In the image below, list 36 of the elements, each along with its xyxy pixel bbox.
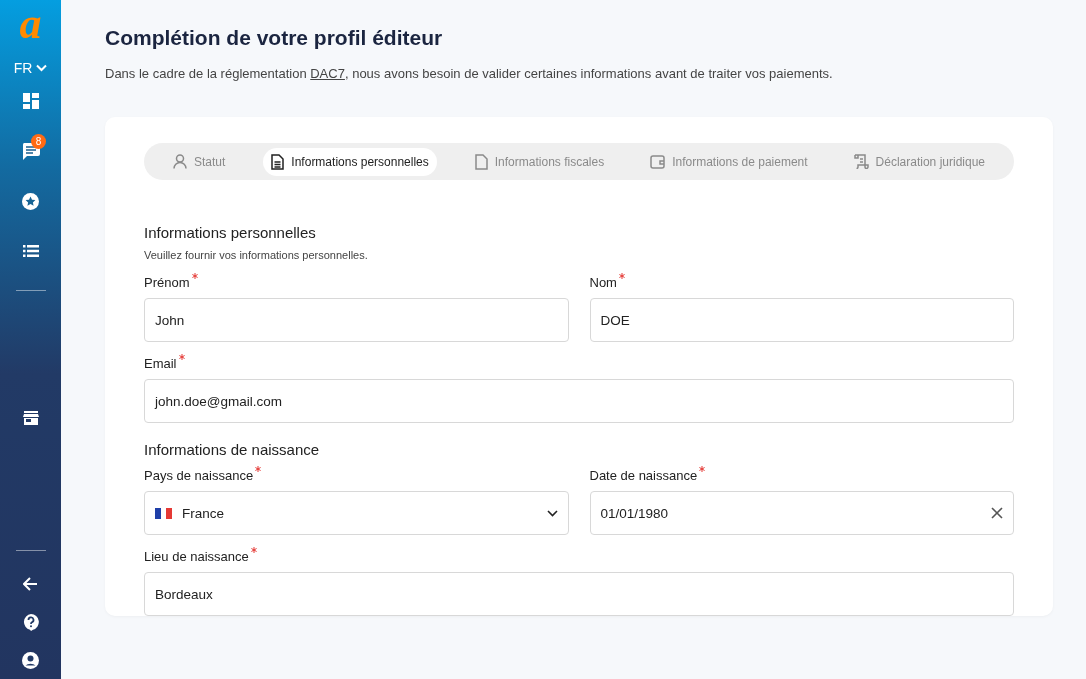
intro-text: Dans le cadre de la réglementation DAC7, nous avons besoin de valider certaines informations avant de traiter vos paiements. (105, 66, 834, 81)
arrow-left-icon[interactable] (23, 577, 38, 591)
date-field[interactable]: 01/01/1980 (589, 491, 1014, 535)
language-selector[interactable]: FR (13, 60, 48, 76)
section-title: Informations personnelles (144, 224, 317, 241)
field-label: Email (144, 356, 177, 371)
wallet-icon (650, 154, 666, 169)
section-subtitle: Veuillez fournir vos informations personnelles. (144, 249, 369, 261)
field-label: Lieu de naissance (144, 549, 249, 564)
page-title: Complétion de votre profil éditeur (105, 26, 444, 50)
store-icon[interactable] (22, 411, 39, 425)
user-icon (173, 154, 187, 169)
section-title: Informations de naissance (144, 441, 321, 458)
clear-icon[interactable] (991, 507, 1003, 519)
notification-badge: 8 (31, 134, 46, 149)
account-icon[interactable] (22, 651, 39, 669)
chevron-down-icon (36, 64, 48, 72)
scroll-icon (853, 154, 869, 169)
chevron-down-icon (546, 509, 558, 517)
list-icon[interactable] (22, 245, 39, 257)
help-icon[interactable] (22, 613, 39, 631)
document-icon (271, 153, 285, 170)
input-field[interactable]: John (144, 298, 569, 342)
field-label: Prénom (144, 275, 190, 290)
step-tab[interactable]: Informations personnelles (263, 147, 437, 176)
input-field[interactable]: DOE (589, 298, 1014, 342)
field-label: Pays de naissance (144, 468, 254, 483)
input-field[interactable]: john.doe@gmail.com (144, 379, 1014, 423)
field-label: Date de naissance (589, 468, 698, 483)
file-icon (474, 153, 488, 170)
dac7-link[interactable]: DAC7 (310, 66, 345, 81)
dashboard-icon[interactable] (22, 93, 39, 109)
flag-icon (155, 507, 172, 519)
input-field[interactable]: Bordeaux (144, 572, 1014, 616)
field-label: Nom (589, 275, 617, 290)
country-dropdown[interactable]: France (144, 491, 569, 535)
